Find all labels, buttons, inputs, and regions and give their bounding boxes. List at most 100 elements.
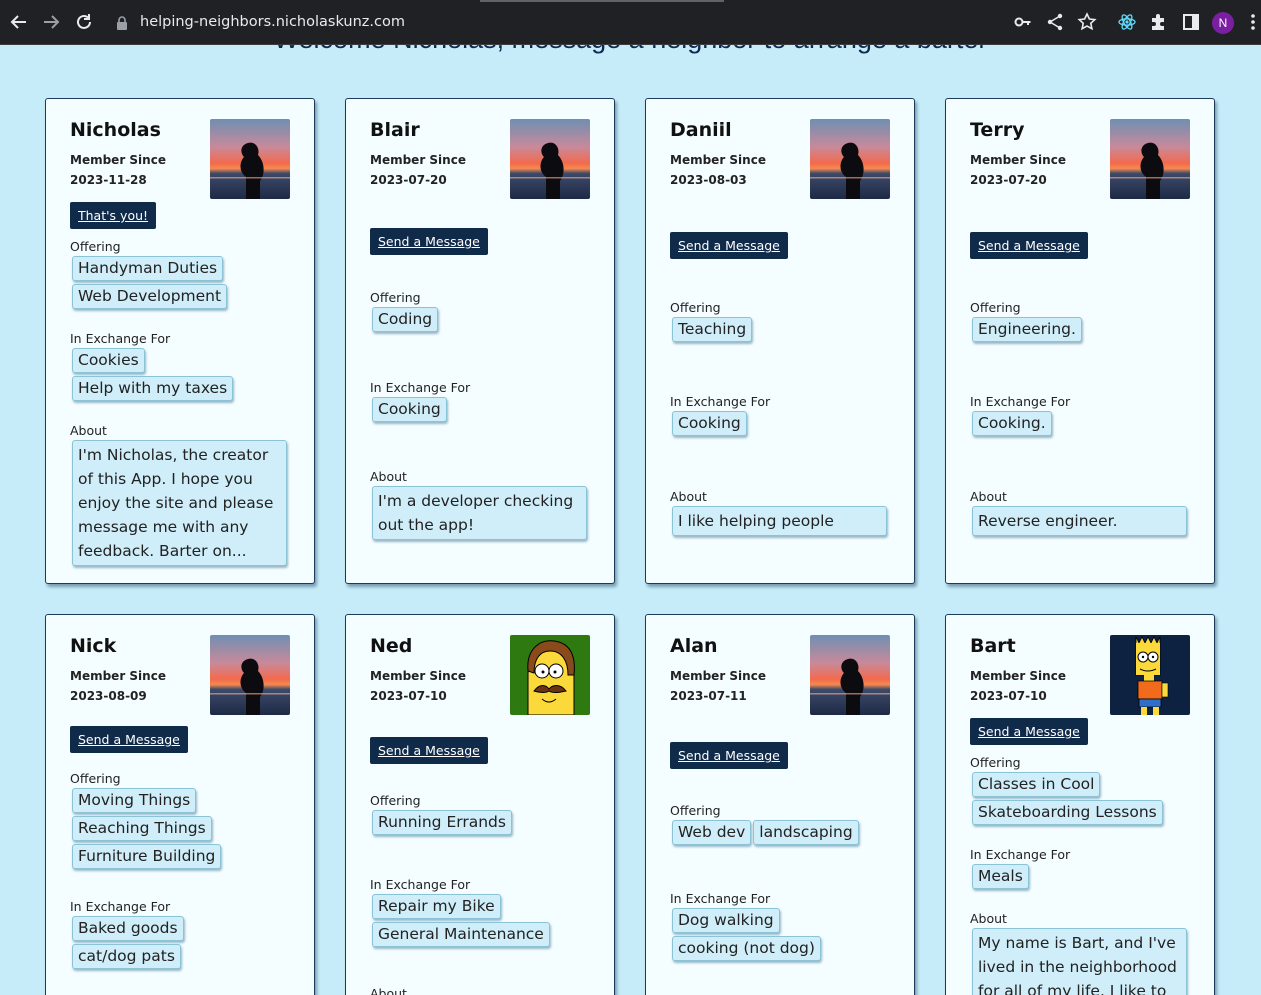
about-label: About: [370, 469, 407, 484]
extensions-icon[interactable]: [1149, 12, 1169, 32]
profile-avatar[interactable]: N: [1212, 12, 1234, 34]
avatar: [510, 119, 590, 199]
exchange-tag: cooking (not dog): [672, 936, 821, 961]
send-message-button[interactable]: Send a Message: [670, 232, 788, 259]
address-bar[interactable]: helping-neighbors.nicholaskunz.com: [140, 12, 405, 32]
exchange-tags: Repair my Bike General Maintenance: [372, 894, 597, 950]
exchange-tags: Meals: [972, 864, 1197, 892]
exchange-label: In Exchange For: [670, 891, 771, 906]
side-panel-icon[interactable]: [1181, 12, 1201, 32]
offering-tag: Moving Things: [72, 788, 197, 813]
offering-tags: Running Errands: [372, 810, 597, 838]
lock-icon[interactable]: [116, 15, 128, 30]
neighbor-card-ned: Ned Member Since 2023-07-10 Send a Message O…: [345, 614, 615, 995]
offering-tag: Classes in Cool: [972, 772, 1101, 797]
offering-label: Offering: [970, 300, 1021, 315]
exchange-label: In Exchange For: [370, 380, 471, 395]
member-since-label: Member Since: [370, 153, 466, 167]
menu-icon[interactable]: [1250, 13, 1256, 31]
member-since-date: 2023-07-11: [670, 689, 747, 703]
browser-toolbar: helping-neighbors.nicholaskunz.com N: [0, 0, 1261, 45]
offering-tag: landscaping: [753, 820, 859, 845]
exchange-label: In Exchange For: [970, 394, 1071, 409]
about-label: About: [70, 423, 107, 438]
neighbor-name: Alan: [670, 635, 718, 657]
exchange-tag: Repair my Bike: [372, 894, 501, 919]
offering-label: Offering: [370, 290, 421, 305]
exchange-label: In Exchange For: [70, 899, 171, 914]
member-since-label: Member Since: [370, 669, 466, 683]
offering-tag: Furniture Building: [72, 844, 222, 869]
exchange-tag: Cookies: [72, 348, 145, 373]
send-message-button[interactable]: Send a Message: [970, 718, 1088, 745]
exchange-tag: Baked goods: [72, 916, 184, 941]
about-text: Reverse engineer.: [972, 506, 1187, 536]
back-icon[interactable]: [8, 11, 30, 33]
forward-icon[interactable]: [40, 11, 62, 33]
send-message-button[interactable]: Send a Message: [70, 726, 188, 753]
offering-tag: Web Development: [72, 284, 228, 309]
member-since-date: 2023-07-10: [970, 689, 1047, 703]
member-since-label: Member Since: [970, 153, 1066, 167]
key-icon[interactable]: [1013, 12, 1033, 32]
offering-tags: Teaching: [672, 317, 897, 345]
exchange-label: In Exchange For: [670, 394, 771, 409]
offering-tags: Classes in Cool Skateboarding Lessons: [972, 772, 1197, 828]
neighbor-name: Blair: [370, 119, 420, 141]
offering-tag: Teaching: [672, 317, 753, 342]
neighbor-card-terry: Terry Member Since 2023-07-20 Send a Messag…: [945, 98, 1215, 584]
star-icon[interactable]: [1077, 12, 1097, 32]
about-label: About: [670, 489, 707, 504]
avatar: [210, 635, 290, 715]
member-since-date: 2023-08-09: [70, 689, 147, 703]
offering-tags: Moving Things Reaching Things Furniture Bu…: [72, 788, 297, 872]
avatar: [210, 119, 290, 199]
neighbor-name: Ned: [370, 635, 413, 657]
thats-you-button[interactable]: That's you!: [70, 202, 157, 229]
avatar: [810, 119, 890, 199]
exchange-label: In Exchange For: [70, 331, 171, 346]
neighbor-name: Nick: [70, 635, 117, 657]
exchange-tags: Cookies Help with my taxes: [72, 348, 297, 404]
avatar: [510, 635, 590, 715]
neighbor-card-nicholas: Nicholas Member Since 2023-11-28 That's you…: [45, 98, 315, 584]
about-text: I like helping people: [672, 506, 887, 536]
offering-tag: Reaching Things: [72, 816, 212, 841]
offering-label: Offering: [670, 300, 721, 315]
react-devtools-icon[interactable]: [1117, 12, 1137, 32]
send-message-button[interactable]: Send a Message: [970, 232, 1088, 259]
member-since-label: Member Since: [70, 153, 166, 167]
neighbor-card-blair: Blair Member Since 2023-07-20 Send a Messag…: [345, 98, 615, 584]
send-message-button[interactable]: Send a Message: [670, 742, 788, 769]
exchange-tag: Meals: [972, 864, 1029, 889]
neighbor-name: Bart: [970, 635, 1016, 657]
exchange-tag: Dog walking: [672, 908, 780, 933]
about-text: I'm a developer checking out the app!: [372, 486, 587, 540]
neighbor-name: Terry: [970, 119, 1025, 141]
exchange-tag: Help with my taxes: [72, 376, 234, 401]
exchange-tags: Baked goods cat/dog pats: [72, 916, 297, 972]
send-message-button[interactable]: Send a Message: [370, 228, 488, 255]
member-since-date: 2023-08-03: [670, 173, 747, 187]
offering-tags: Coding: [372, 307, 597, 335]
neighbor-card-daniil: Daniil Member Since 2023-08-03 Send a Messa…: [645, 98, 915, 584]
exchange-tags: Cooking.: [972, 411, 1197, 439]
member-since-label: Member Since: [970, 669, 1066, 683]
member-since-date: 2023-07-10: [370, 689, 447, 703]
offering-tags: Handyman Duties Web Development: [72, 256, 297, 312]
offering-tag: Running Errands: [372, 810, 512, 835]
about-label: About: [970, 489, 1007, 504]
send-message-button[interactable]: Send a Message: [370, 737, 488, 764]
member-since-label: Member Since: [670, 669, 766, 683]
member-since-label: Member Since: [670, 153, 766, 167]
reload-icon[interactable]: [73, 11, 95, 33]
exchange-tags: Cooking: [672, 411, 897, 439]
exchange-tags: Cooking: [372, 397, 597, 425]
neighbor-card-alan: Alan Member Since 2023-07-11 Send a Message…: [645, 614, 915, 995]
neighbor-name: Nicholas: [70, 119, 161, 141]
share-icon[interactable]: [1045, 12, 1065, 32]
offering-label: Offering: [370, 793, 421, 808]
offering-tags: Engineering.: [972, 317, 1197, 345]
exchange-tags: Dog walking cooking (not dog): [672, 908, 897, 964]
offering-label: Offering: [970, 755, 1021, 770]
